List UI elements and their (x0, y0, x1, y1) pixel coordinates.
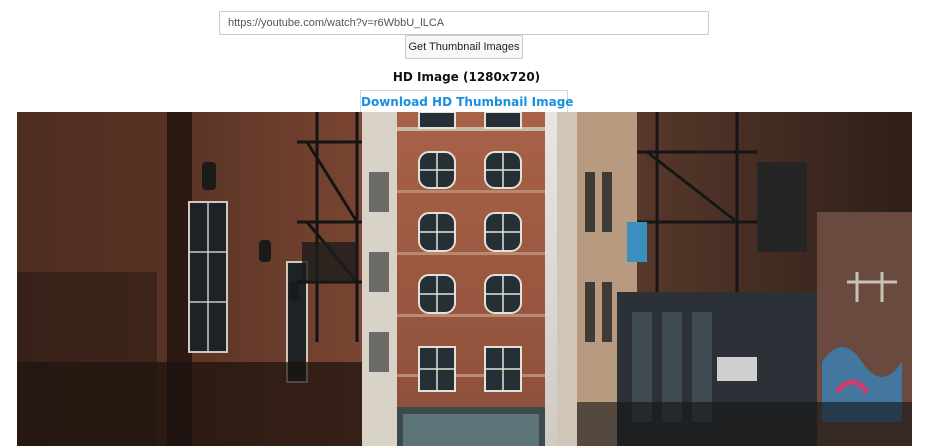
hd-thumbnail-image[interactable] (17, 112, 912, 446)
get-thumbnail-images-button[interactable]: Get Thumbnail Images (405, 35, 523, 59)
hd-image-heading: HD Image (1280x720) (392, 70, 541, 84)
thumbnail-downloader-page: Get Thumbnail Images HD Image (1280x720)… (0, 0, 933, 446)
youtube-url-input[interactable] (219, 11, 709, 35)
thumbnail-scene (17, 112, 912, 446)
download-hd-thumbnail-button[interactable]: Download HD Thumbnail Image (360, 90, 573, 112)
